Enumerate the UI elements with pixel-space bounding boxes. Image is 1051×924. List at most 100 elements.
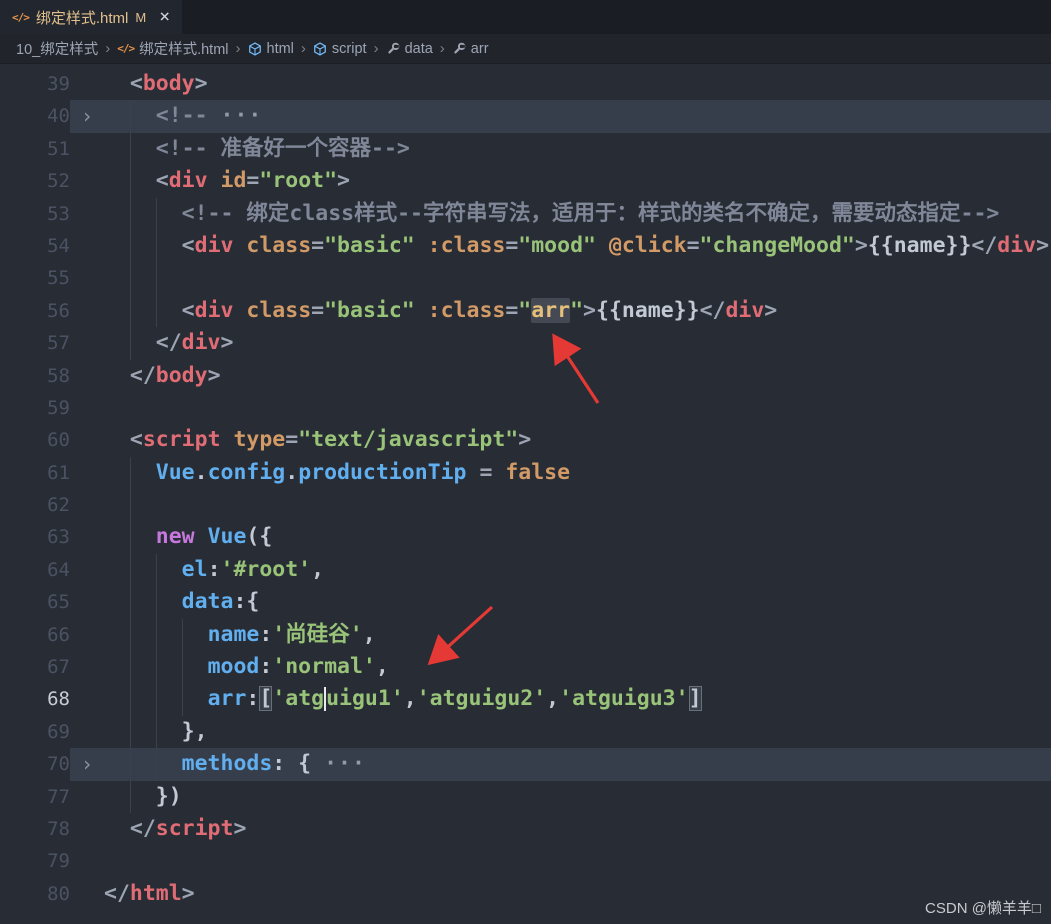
code-text: arr:['atguigu1','atguigu2','atguigu3'] [104,683,1051,715]
code-line[interactable]: 52 <div id="root"> [0,165,1051,197]
code-line[interactable]: 54 <div class="basic" :class="mood" @cli… [0,230,1051,262]
line-number[interactable]: 53 [0,198,70,230]
code-line[interactable]: 80</html> [0,878,1051,910]
line-number[interactable]: 80 [0,878,70,910]
code-text: }) [104,781,1051,813]
line-number[interactable]: 66 [0,619,70,651]
breadcrumb-item-file[interactable]: </> 绑定样式.html [117,38,228,59]
line-number[interactable]: 64 [0,554,70,586]
line-number[interactable]: 67 [0,651,70,683]
code-line[interactable]: 60 <script type="text/javascript"> [0,424,1051,456]
code-text: <body> [104,68,1051,100]
indent-guide [156,586,157,618]
code-line[interactable]: 61 Vue.config.productionTip = false [0,457,1051,489]
breadcrumb-label: data [405,41,433,57]
vscode-window: </> 绑定样式.html M × 10_绑定样式 › </> 绑定样式.htm… [0,0,1051,924]
line-number[interactable]: 62 [0,489,70,521]
code-lines: 39 <body>40› <!-- ···51 <!-- 准备好一个容器-->5… [0,68,1051,910]
code-line[interactable]: 62 [0,489,1051,521]
fold-gutter [70,262,104,294]
line-number[interactable]: 51 [0,133,70,165]
line-number[interactable]: 69 [0,716,70,748]
symbol-property-wrench-icon [452,42,466,56]
indent-guide [156,683,157,715]
line-number[interactable]: 40 [0,100,70,132]
indent-guide [156,748,157,780]
code-line[interactable]: 63 new Vue({ [0,521,1051,553]
code-line[interactable]: 69 }, [0,716,1051,748]
code-line[interactable]: 78 </script> [0,813,1051,845]
symbol-element-icon [313,42,327,56]
code-line[interactable]: 53 <!-- 绑定class样式--字符串写法，适用于：样式的类名不确定，需要… [0,198,1051,230]
code-text: </script> [104,813,1051,845]
fold-gutter [70,813,104,845]
breadcrumb-item-script[interactable]: script [313,41,367,57]
indent-guide [130,230,131,262]
code-line[interactable]: 55 [0,262,1051,294]
fold-gutter [70,198,104,230]
breadcrumb-label: 10_绑定样式 [16,38,98,59]
line-number[interactable]: 55 [0,262,70,294]
fold-expand-icon[interactable]: › [70,100,104,132]
code-line[interactable]: 51 <!-- 准备好一个容器--> [0,133,1051,165]
line-number[interactable]: 58 [0,360,70,392]
breadcrumb-label: 绑定样式.html [139,38,228,59]
breadcrumb-separator: › [236,40,241,57]
code-editor[interactable]: 39 <body>40› <!-- ···51 <!-- 准备好一个容器-->5… [0,64,1051,924]
indent-guide [130,457,131,489]
line-number[interactable]: 70 [0,748,70,780]
code-line[interactable]: 56 <div class="basic" :class="arr">{{nam… [0,295,1051,327]
code-line[interactable]: 79 [0,845,1051,877]
breadcrumb-separator: › [374,40,379,57]
line-number[interactable]: 78 [0,813,70,845]
code-text: <!-- 绑定class样式--字符串写法，适用于：样式的类名不确定，需要动态指… [104,198,1051,230]
line-number[interactable]: 57 [0,327,70,359]
code-line[interactable]: 57 </div> [0,327,1051,359]
code-line[interactable]: 70› methods: { ··· [0,748,1051,780]
code-line[interactable]: 59 [0,392,1051,424]
editor-tab[interactable]: </> 绑定样式.html M × [0,0,182,34]
code-text: <div class="basic" :class="arr">{{name}}… [104,295,1051,327]
fold-gutter [70,845,104,877]
line-number[interactable]: 61 [0,457,70,489]
breadcrumb-separator: › [301,40,306,57]
line-number[interactable]: 59 [0,392,70,424]
line-number[interactable]: 77 [0,781,70,813]
line-number[interactable]: 54 [0,230,70,262]
line-number[interactable]: 60 [0,424,70,456]
breadcrumb-item-arr[interactable]: arr [452,41,489,57]
code-text: new Vue({ [104,521,1051,553]
code-line[interactable]: 64 el:'#root', [0,554,1051,586]
indent-guide [130,683,131,715]
code-line[interactable]: 77 }) [0,781,1051,813]
code-line[interactable]: 40› <!-- ··· [0,100,1051,132]
indent-guide [156,716,157,748]
line-number[interactable]: 52 [0,165,70,197]
code-line[interactable]: 58 </body> [0,360,1051,392]
line-number[interactable]: 63 [0,521,70,553]
code-text: </div> [104,327,1051,359]
fold-gutter [70,165,104,197]
code-line[interactable]: 66 name:'尚硅谷', [0,619,1051,651]
fold-expand-icon[interactable]: › [70,748,104,780]
code-line[interactable]: 67 mood:'normal', [0,651,1051,683]
git-modified-badge: M [135,10,146,25]
line-number[interactable]: 79 [0,845,70,877]
code-text [104,262,1051,294]
breadcrumb-item-folder[interactable]: 10_绑定样式 [16,38,98,59]
code-line[interactable]: 65 data:{ [0,586,1051,618]
indent-guide [130,586,131,618]
code-text: </body> [104,360,1051,392]
line-number[interactable]: 39 [0,68,70,100]
breadcrumb-item-html[interactable]: html [248,41,294,57]
code-text [104,845,1051,877]
breadcrumb-item-data[interactable]: data [386,41,433,57]
line-number[interactable]: 68 [0,683,70,715]
close-tab-icon[interactable]: × [159,8,170,26]
code-line[interactable]: 68 arr:['atguigu1','atguigu2','atguigu3'… [0,683,1051,715]
fold-gutter [70,683,104,715]
line-number[interactable]: 65 [0,586,70,618]
breadcrumb-label: arr [471,41,489,57]
line-number[interactable]: 56 [0,295,70,327]
code-line[interactable]: 39 <body> [0,68,1051,100]
